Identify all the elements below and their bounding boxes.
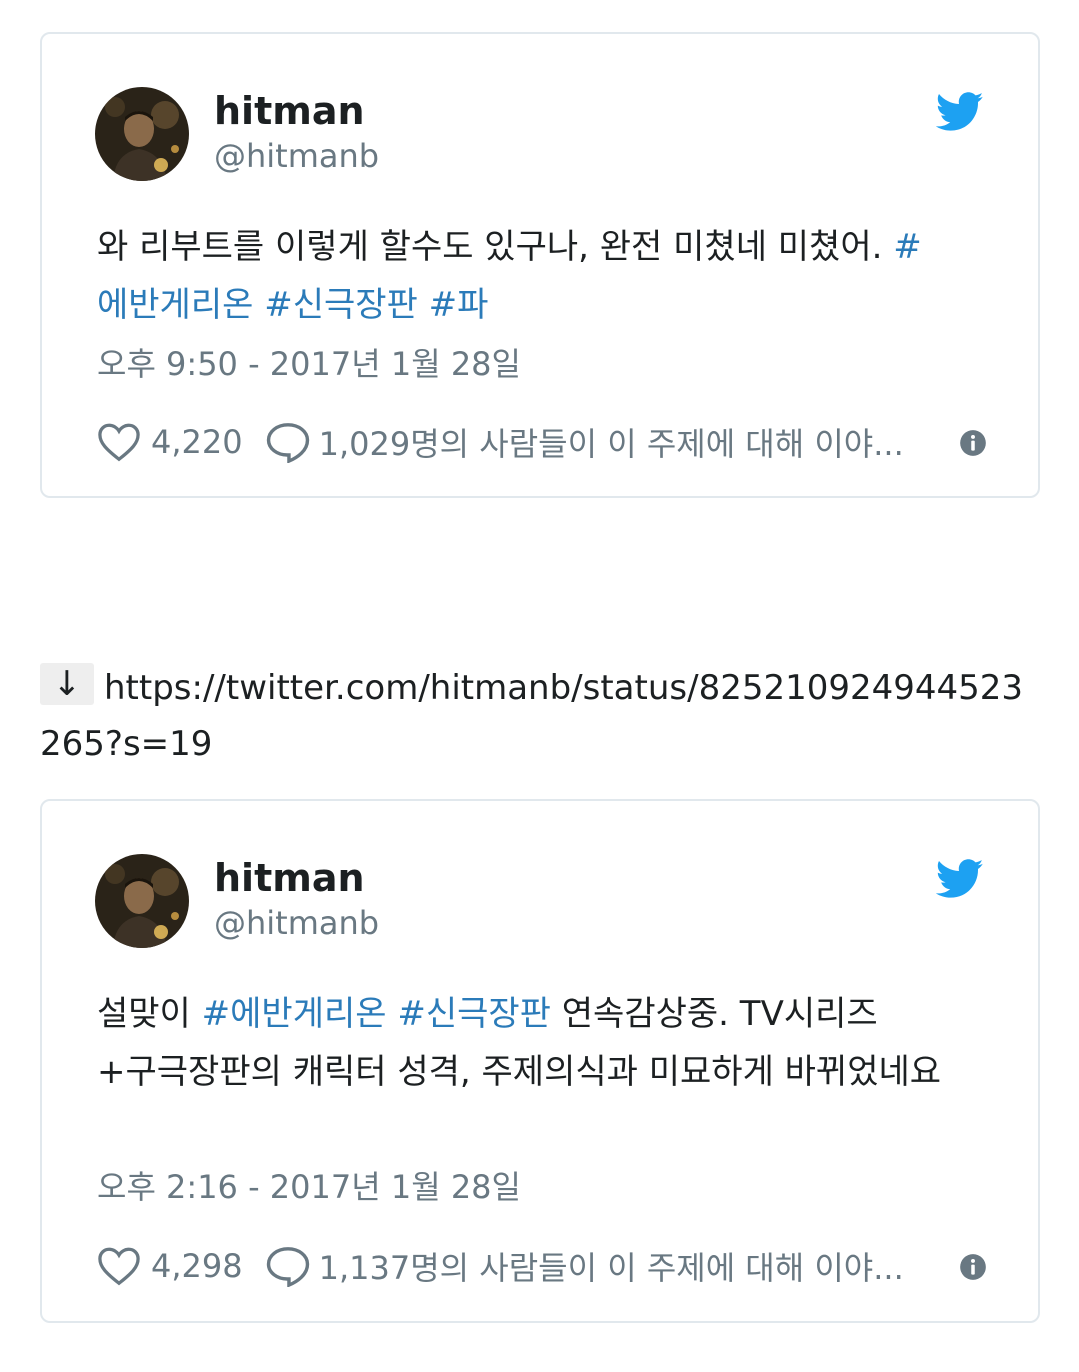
tweet-text: 설맞이 #에반게리온 #신극장판 연속감상중. TV시리즈+구극장판의 캐릭터 … bbox=[97, 985, 987, 1101]
info-icon[interactable] bbox=[959, 1253, 987, 1281]
tweet-action-bar: 4,220 1,029명의 사람들이 이 주제에 대해 이야... bbox=[97, 417, 987, 467]
embedded-tweet-card[interactable]: hitman @hitmanb 와 리부트를 이렇게 할수도 있구나, 완전 미… bbox=[40, 32, 1040, 498]
display-name[interactable]: hitman bbox=[214, 855, 365, 901]
info-icon[interactable] bbox=[959, 429, 987, 457]
twitter-bird-icon[interactable] bbox=[936, 859, 984, 899]
hashtag-link[interactable]: #신극장판 bbox=[397, 994, 551, 1034]
hashtag-link[interactable]: #에반게리온 bbox=[202, 994, 387, 1034]
replies-text: 1,137명의 사람들이 이 주제에 대해 이야... bbox=[318, 1249, 904, 1287]
replies-link[interactable]: 1,029명의 사람들이 이 주제에 대해 이야... bbox=[265, 419, 904, 465]
user-handle[interactable]: @hitmanb bbox=[214, 136, 379, 176]
twitter-bird-icon[interactable] bbox=[936, 92, 984, 132]
avatar[interactable] bbox=[95, 87, 189, 181]
tweet-timestamp[interactable]: 오후 9:50 - 2017년 1월 28일 bbox=[97, 344, 521, 384]
reply-bubble-icon bbox=[266, 1247, 309, 1287]
down-arrow-icon: ↓ bbox=[40, 663, 94, 705]
tweet-text: 와 리부트를 이렇게 할수도 있구나, 완전 미쳤네 미쳤어. #에반게리온 #… bbox=[97, 218, 987, 334]
avatar[interactable] bbox=[95, 854, 189, 948]
tweet-action-bar: 4,298 1,137명의 사람들이 이 주제에 대해 이야... bbox=[97, 1241, 987, 1291]
reply-bubble-icon bbox=[266, 423, 309, 463]
hashtag-link[interactable]: #파 bbox=[429, 285, 489, 325]
embedded-tweet-card[interactable]: hitman @hitmanb 설맞이 #에반게리온 #신극장판 연속감상중. … bbox=[40, 799, 1040, 1323]
heart-icon bbox=[98, 1247, 140, 1286]
display-name[interactable]: hitman bbox=[214, 88, 365, 134]
user-handle[interactable]: @hitmanb bbox=[214, 903, 379, 943]
like-count: 4,220 bbox=[151, 423, 243, 461]
like-button[interactable]: 4,220 bbox=[97, 422, 243, 462]
tweet-text-body: 와 리부트를 이렇게 할수도 있구나, 완전 미쳤네 미쳤어. bbox=[97, 227, 883, 267]
tweet-link-row: ↓ https://twitter.com/hitmanb/status/8252… bbox=[40, 660, 1040, 772]
tweet-text-body: 설맞이 bbox=[97, 994, 191, 1034]
like-count: 4,298 bbox=[151, 1247, 243, 1285]
heart-icon bbox=[98, 423, 140, 462]
replies-link[interactable]: 1,137명의 사람들이 이 주제에 대해 이야... bbox=[265, 1243, 904, 1289]
replies-text: 1,029명의 사람들이 이 주제에 대해 이야... bbox=[318, 425, 904, 463]
hashtag-link[interactable]: #신극장판 bbox=[264, 285, 418, 325]
tweet-url-link[interactable]: https://twitter.com/hitmanb/status/82521… bbox=[40, 668, 1023, 764]
tweet-timestamp[interactable]: 오후 2:16 - 2017년 1월 28일 bbox=[97, 1167, 521, 1207]
like-button[interactable]: 4,298 bbox=[97, 1246, 243, 1286]
